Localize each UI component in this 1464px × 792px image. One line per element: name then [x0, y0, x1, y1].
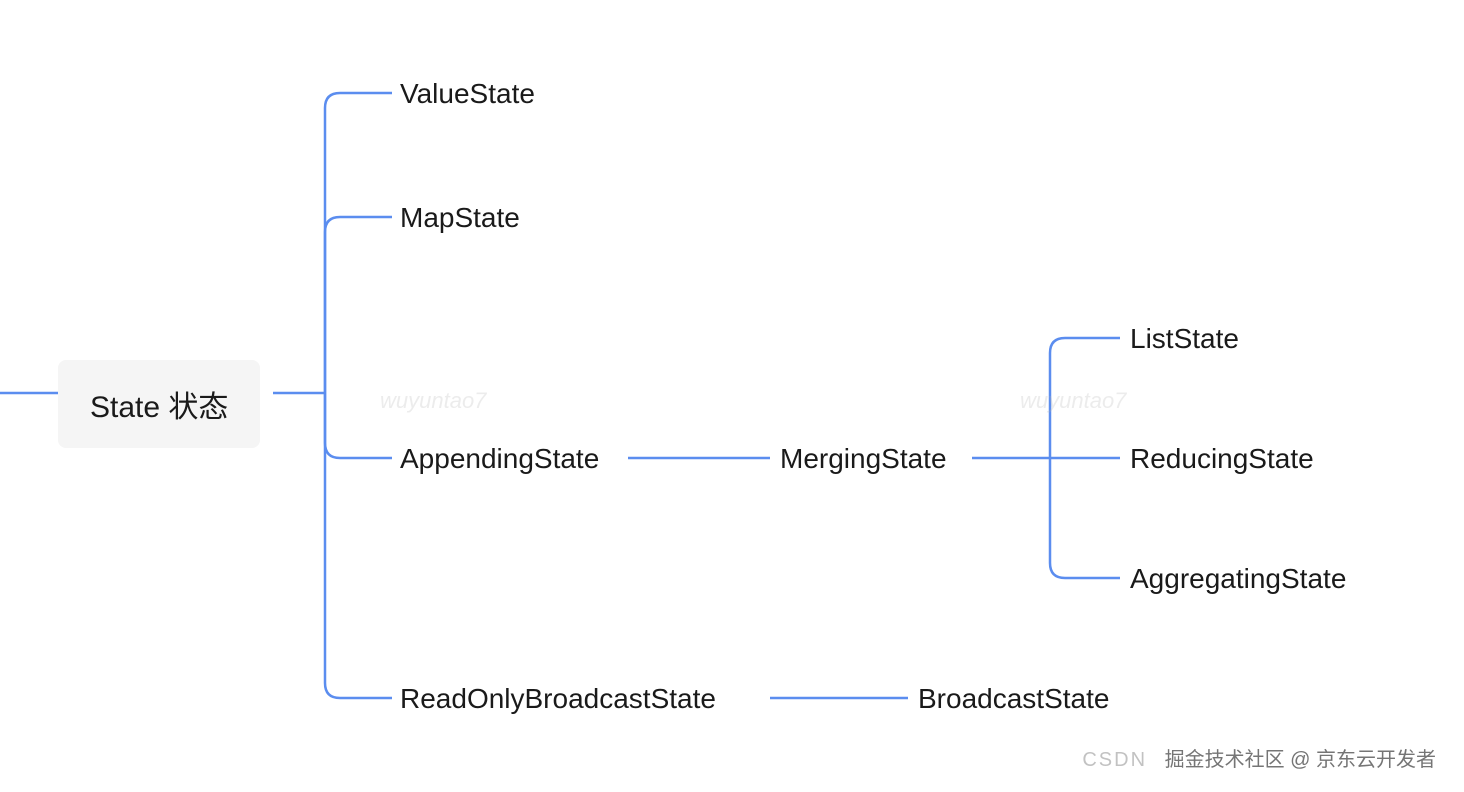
node-label: ListState: [1130, 323, 1239, 354]
node-liststate: ListState: [1130, 323, 1239, 355]
node-label: MapState: [400, 202, 520, 233]
node-label: ReducingState: [1130, 443, 1314, 474]
footer-faint: CSDN: [1082, 749, 1147, 771]
node-label: AggregatingState: [1130, 563, 1346, 594]
node-broadcaststate: BroadcastState: [918, 683, 1109, 715]
node-mapstate: MapState: [400, 202, 520, 234]
node-mergingstate: MergingState: [780, 443, 947, 475]
node-valuestate: ValueState: [400, 78, 535, 110]
footer-text: 掘金技术社区 @ 京东云开发者: [1165, 749, 1436, 771]
node-label: AppendingState: [400, 443, 599, 474]
node-readonlybroadcaststate: ReadOnlyBroadcastState: [400, 683, 716, 715]
node-appendingstate: AppendingState: [400, 443, 599, 475]
node-aggregatingstate: AggregatingState: [1130, 563, 1346, 595]
node-label: BroadcastState: [918, 683, 1109, 714]
node-reducingstate: ReducingState: [1130, 443, 1314, 475]
root-node: State 状态: [58, 360, 260, 448]
footer-watermark: CSDN 掘金技术社区 @ 京东云开发者: [1082, 743, 1436, 772]
root-label: State 状态: [90, 391, 228, 424]
node-label: ReadOnlyBroadcastState: [400, 683, 716, 714]
node-label: ValueState: [400, 78, 535, 109]
node-label: MergingState: [780, 443, 947, 474]
